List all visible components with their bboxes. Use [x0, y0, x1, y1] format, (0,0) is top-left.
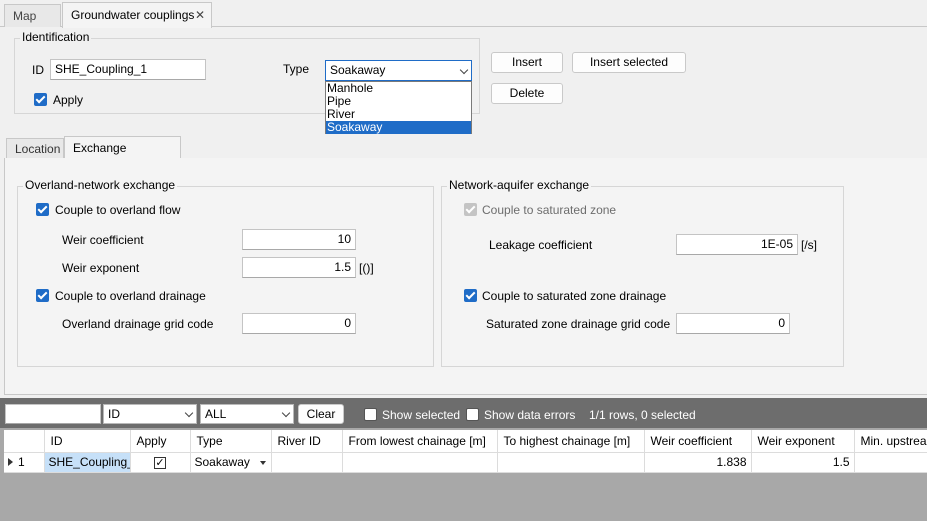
couple-saturated-drainage-label: Couple to saturated zone drainage	[482, 289, 667, 303]
type-select-value: Soakaway	[330, 63, 386, 77]
cell-to-chainage[interactable]	[497, 452, 645, 473]
row-number: 1	[18, 455, 25, 469]
header-to-chainage[interactable]: To highest chainage [m]	[497, 430, 645, 453]
close-icon[interactable]: ✕	[195, 3, 205, 27]
leakage-coefficient-label: Leakage coefficient	[489, 238, 593, 252]
header-id[interactable]: ID	[44, 430, 131, 453]
id-label: ID	[32, 63, 44, 77]
show-selected-label: Show selected	[382, 408, 461, 422]
couple-saturated-zone-checkbox[interactable]	[464, 203, 477, 216]
show-errors-label: Show data errors	[484, 408, 576, 422]
cell-id[interactable]: SHE_Coupling_1	[44, 452, 131, 473]
chevron-down-icon	[184, 408, 194, 418]
chevron-down-icon	[459, 65, 469, 75]
couple-overland-drainage-checkbox[interactable]	[36, 289, 49, 302]
table-row[interactable]: 1 SHE_Coupling_1 ✓ Soakaway 1.838 1.5	[4, 452, 927, 473]
row-pointer-icon	[8, 458, 13, 466]
overland-grid-code-input[interactable]: 0	[242, 313, 356, 334]
type-option-soakaway[interactable]: Soakaway	[326, 121, 471, 134]
apply-label: Apply	[53, 93, 84, 107]
delete-button[interactable]: Delete	[491, 83, 563, 104]
tab-location-label: Location	[15, 142, 61, 156]
cell-type[interactable]: Soakaway	[190, 452, 272, 473]
header-type[interactable]: Type	[190, 430, 272, 453]
row-indicator[interactable]: 1	[4, 452, 45, 473]
leakage-coefficient-input[interactable]: 1E-05	[676, 234, 798, 255]
cell-weir-coefficient[interactable]: 1.838	[644, 452, 752, 473]
row-status: 1/1 rows, 0 selected	[589, 408, 696, 422]
couple-overland-drainage-label: Couple to overland drainage	[55, 289, 206, 303]
overland-grid-code-label: Overland drainage grid code	[62, 317, 214, 331]
tab-map-label: Map	[13, 9, 37, 23]
filter-scope-value: ALL	[205, 407, 227, 421]
apply-checkbox[interactable]	[34, 93, 47, 106]
tab-groundwater-label: Groundwater couplings	[71, 8, 195, 22]
tab-exchange-attributes[interactable]: Exchange attributes	[64, 136, 181, 177]
chevron-down-icon	[281, 408, 291, 418]
couple-overland-flow-checkbox[interactable]	[36, 203, 49, 216]
filter-search-input[interactable]	[5, 404, 101, 424]
couple-saturated-zone-label: Couple to saturated zone	[482, 203, 617, 217]
weir-coefficient-input[interactable]: 10	[242, 229, 356, 250]
cell-from-chainage[interactable]	[342, 452, 498, 473]
weir-exponent-label: Weir exponent	[62, 261, 140, 275]
check-icon: ✓	[154, 457, 166, 469]
header-min-upstream[interactable]: Min. upstream	[854, 430, 927, 453]
weir-exponent-input[interactable]: 1.5	[242, 257, 356, 278]
type-label: Type	[283, 62, 310, 76]
data-grid: ID Apply Type River ID From lowest chain…	[4, 430, 927, 473]
cell-apply[interactable]: ✓	[130, 452, 191, 473]
overland-title: Overland-network exchange	[23, 178, 178, 192]
couple-overland-flow-label: Couple to overland flow	[55, 203, 181, 217]
couple-saturated-drainage-checkbox[interactable]	[464, 289, 477, 302]
chevron-down-icon[interactable]	[259, 460, 266, 465]
cell-river-id[interactable]	[271, 452, 343, 473]
tab-map[interactable]: Map	[4, 4, 61, 27]
weir-exponent-unit: [()]	[359, 261, 374, 275]
cell-min-upstream[interactable]	[854, 452, 927, 473]
filter-field-value: ID	[108, 407, 120, 421]
leakage-unit: [/s]	[801, 238, 818, 252]
aquifer-title: Network-aquifer exchange	[447, 178, 592, 192]
identification-title: Identification	[20, 30, 92, 44]
tab-location[interactable]: Location	[6, 138, 64, 158]
filter-scope-select[interactable]: ALL	[200, 404, 294, 424]
show-selected-checkbox[interactable]	[364, 408, 377, 421]
show-errors-checkbox[interactable]	[466, 408, 479, 421]
header-weir-exponent[interactable]: Weir exponent	[751, 430, 855, 453]
weir-coefficient-label: Weir coefficient	[62, 233, 144, 247]
header-weir-coefficient[interactable]: Weir coefficient	[644, 430, 752, 453]
type-select[interactable]: Soakaway	[325, 60, 472, 81]
header-rownum	[4, 430, 45, 453]
header-river-id[interactable]: River ID	[271, 430, 343, 453]
saturated-grid-code-label: Saturated zone drainage grid code	[486, 317, 671, 331]
insert-selected-button[interactable]: Insert selected	[572, 52, 686, 73]
header-apply[interactable]: Apply	[130, 430, 191, 453]
header-from-chainage[interactable]: From lowest chainage [m]	[342, 430, 498, 453]
cell-type-value: Soakaway	[194, 455, 250, 469]
tab-groundwater-couplings[interactable]: Groundwater couplings ✕	[62, 2, 212, 28]
clear-button[interactable]: Clear	[298, 404, 344, 424]
id-input[interactable]: SHE_Coupling_1	[50, 59, 206, 80]
cell-weir-exponent[interactable]: 1.5	[751, 452, 855, 473]
filter-field-select[interactable]: ID	[103, 404, 197, 424]
saturated-grid-code-input[interactable]: 0	[676, 313, 790, 334]
type-dropdown-list: Manhole Pipe River Soakaway	[325, 81, 472, 134]
grid-header-row: ID Apply Type River ID From lowest chain…	[4, 430, 927, 453]
insert-button[interactable]: Insert	[491, 52, 563, 73]
